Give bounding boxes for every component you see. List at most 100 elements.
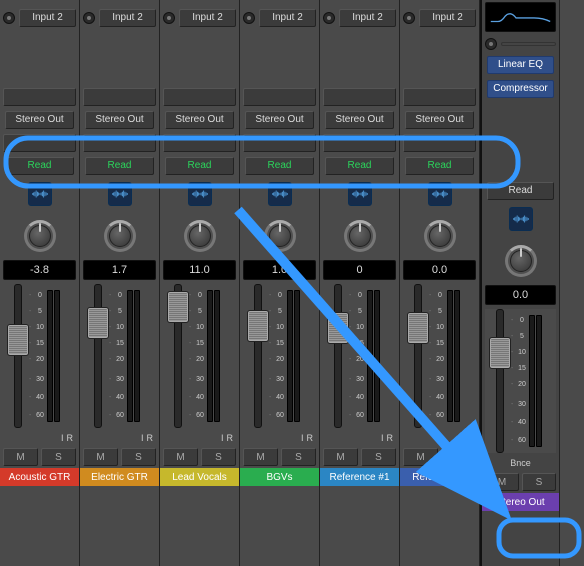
fader-cap[interactable]: [327, 312, 349, 344]
mute-button[interactable]: M: [485, 473, 519, 491]
input-dot-icon[interactable]: [243, 12, 255, 24]
channel-name[interactable]: Lead Vocals: [160, 468, 239, 486]
fader-value[interactable]: -3.8: [3, 260, 76, 280]
input-selector[interactable]: Input 2: [19, 9, 76, 27]
input-selector[interactable]: Input 2: [259, 9, 316, 27]
record-arm-indicator[interactable]: R: [67, 433, 74, 443]
input-dot-icon[interactable]: [485, 38, 497, 50]
input-monitor-indicator[interactable]: I: [141, 433, 144, 443]
automation-mode[interactable]: Read: [400, 154, 479, 178]
mute-button[interactable]: M: [323, 448, 358, 466]
solo-button[interactable]: S: [361, 448, 396, 466]
input-dot-icon[interactable]: [323, 12, 335, 24]
record-arm-indicator[interactable]: R: [227, 433, 234, 443]
input-selector[interactable]: Input 2: [339, 9, 396, 27]
waveform-icon[interactable]: [509, 207, 533, 231]
send-slot[interactable]: [403, 88, 476, 106]
fader-track[interactable]: [94, 284, 102, 428]
fader-track[interactable]: [496, 309, 504, 453]
fader-track[interactable]: [14, 284, 22, 428]
fader-value[interactable]: 11.0: [163, 260, 236, 280]
fader-cap[interactable]: [247, 310, 269, 342]
pan-knob[interactable]: [80, 210, 159, 258]
analyzer-thumbnail[interactable]: [485, 2, 556, 32]
send-slot[interactable]: [83, 134, 156, 152]
fader-cap[interactable]: [167, 291, 189, 323]
waveform-icon[interactable]: [188, 182, 212, 206]
send-slot[interactable]: [163, 88, 236, 106]
fader-track[interactable]: [254, 284, 262, 428]
record-arm-indicator[interactable]: R: [387, 433, 394, 443]
output-selector[interactable]: Stereo Out: [245, 111, 314, 129]
send-slot[interactable]: [243, 134, 316, 152]
automation-mode[interactable]: Read: [240, 154, 319, 178]
output-selector[interactable]: Stereo Out: [5, 111, 74, 129]
fader-value[interactable]: 0.0: [403, 260, 476, 280]
input-dot-icon[interactable]: [83, 12, 95, 24]
send-slot[interactable]: [323, 88, 396, 106]
output-selector[interactable]: Stereo Out: [165, 111, 234, 129]
send-slot[interactable]: [3, 134, 76, 152]
fader-value[interactable]: 0: [323, 260, 396, 280]
send-slot[interactable]: [3, 88, 76, 106]
automation-mode[interactable]: Read: [0, 154, 79, 178]
pan-knob[interactable]: [0, 210, 79, 258]
input-monitor-indicator[interactable]: I: [61, 433, 64, 443]
fader-value[interactable]: 1.0: [243, 260, 316, 280]
input-monitor-indicator[interactable]: I: [221, 433, 224, 443]
channel-name[interactable]: Acoustic GTR: [0, 468, 79, 486]
automation-mode[interactable]: Read: [482, 179, 559, 203]
solo-button[interactable]: S: [441, 448, 476, 466]
solo-button[interactable]: S: [522, 473, 556, 491]
bounce-label[interactable]: Bnce: [510, 458, 531, 468]
input-monitor-indicator[interactable]: I: [461, 433, 464, 443]
solo-button[interactable]: S: [201, 448, 236, 466]
fader-track[interactable]: [174, 284, 182, 428]
plugin-slot[interactable]: Compressor: [482, 77, 559, 101]
pan-knob[interactable]: [240, 210, 319, 258]
channel-name[interactable]: Reference #: [400, 468, 479, 486]
automation-mode[interactable]: Read: [320, 154, 399, 178]
input-dot-icon[interactable]: [403, 12, 415, 24]
automation-mode[interactable]: Read: [160, 154, 239, 178]
record-arm-indicator[interactable]: R: [147, 433, 154, 443]
waveform-icon[interactable]: [108, 182, 132, 206]
automation-mode[interactable]: Read: [80, 154, 159, 178]
output-selector[interactable]: Stereo Out: [85, 111, 154, 129]
mute-button[interactable]: M: [3, 448, 38, 466]
waveform-icon[interactable]: [428, 182, 452, 206]
input-selector[interactable]: Input 2: [419, 9, 476, 27]
waveform-icon[interactable]: [348, 182, 372, 206]
output-selector[interactable]: Stereo Out: [405, 111, 474, 129]
fader-cap[interactable]: [87, 307, 109, 339]
pan-knob[interactable]: [400, 210, 479, 258]
fader-track[interactable]: [334, 284, 342, 428]
mute-button[interactable]: M: [243, 448, 278, 466]
input-selector[interactable]: Input 2: [99, 9, 156, 27]
output-selector[interactable]: Stereo Out: [325, 111, 394, 129]
channel-name[interactable]: Electric GTR: [80, 468, 159, 486]
channel-name[interactable]: BGVs: [240, 468, 319, 486]
mute-button[interactable]: M: [163, 448, 198, 466]
input-selector[interactable]: Input 2: [179, 9, 236, 27]
send-slot[interactable]: [163, 134, 236, 152]
input-dot-icon[interactable]: [3, 12, 15, 24]
solo-button[interactable]: S: [281, 448, 316, 466]
fader-cap[interactable]: [407, 312, 429, 344]
send-slot[interactable]: [83, 88, 156, 106]
fader-cap[interactable]: [7, 324, 29, 356]
fader-cap[interactable]: [489, 337, 511, 369]
record-arm-indicator[interactable]: R: [467, 433, 474, 443]
solo-button[interactable]: S: [41, 448, 76, 466]
send-slot[interactable]: [403, 134, 476, 152]
input-dot-icon[interactable]: [163, 12, 175, 24]
pan-knob[interactable]: [320, 210, 399, 258]
send-slot[interactable]: [243, 88, 316, 106]
balance-knob[interactable]: [482, 235, 559, 283]
mute-button[interactable]: M: [403, 448, 438, 466]
plugin-slot[interactable]: Linear EQ: [482, 53, 559, 77]
send-slot[interactable]: [323, 134, 396, 152]
record-arm-indicator[interactable]: R: [307, 433, 314, 443]
fader-value[interactable]: 0.0: [485, 285, 556, 305]
solo-button[interactable]: S: [121, 448, 156, 466]
